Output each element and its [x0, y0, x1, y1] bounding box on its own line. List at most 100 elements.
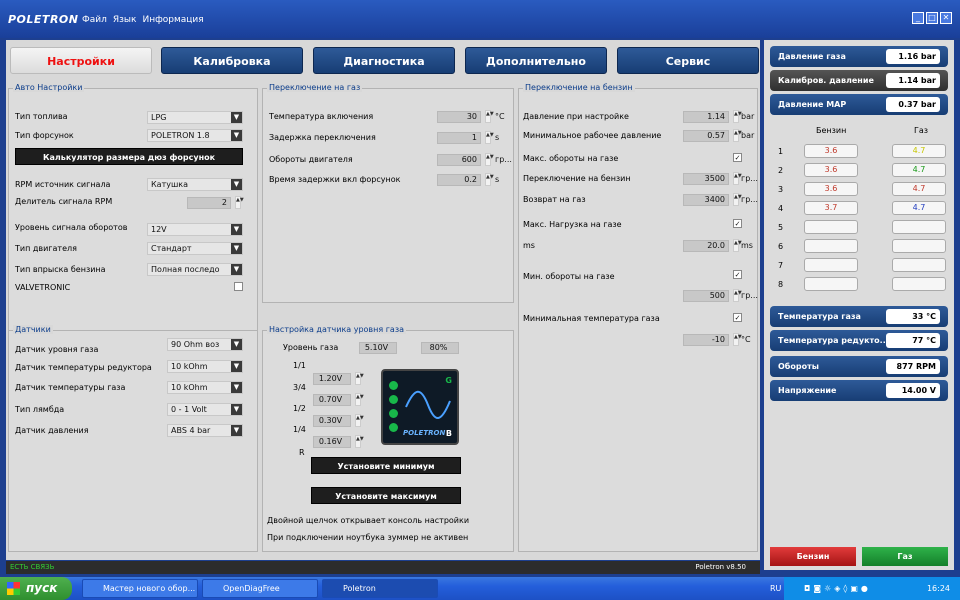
level-row-spinner[interactable]: ▲▼ [355, 414, 364, 427]
level-row-spinner[interactable]: ▲▼ [355, 393, 364, 406]
rpm-level-select[interactable]: 12V ▼ [147, 223, 243, 236]
injector-petrol-time: 3.6 [804, 144, 858, 158]
note-buzzer: При подключении ноутбука зуммер не актив… [267, 533, 469, 542]
chevron-down-icon: ▼ [231, 179, 242, 190]
valvetronic-checkbox[interactable] [234, 282, 243, 291]
unit-label: s [495, 133, 500, 142]
unit-label: °C [495, 112, 505, 121]
unit-label: s [495, 175, 500, 184]
engine-rpm-field[interactable]: 600 [437, 154, 481, 166]
indicator-b: B [445, 429, 452, 438]
level-row-value[interactable]: 0.16V [313, 436, 351, 448]
lambda-type-select[interactable]: 0 - 1 Volt ▼ [167, 403, 243, 416]
switch-temp-field[interactable]: 30 [437, 111, 481, 123]
max-load-spinner[interactable]: ▲▼ [733, 239, 742, 252]
injector-delay-field[interactable]: 0.2 [437, 174, 481, 186]
close-button[interactable]: ✕ [940, 12, 952, 24]
level-row-spinner[interactable]: ▲▼ [355, 435, 364, 448]
rpm-source-select[interactable]: Катушка ▼ [147, 178, 243, 191]
injector-delay-spinner[interactable]: ▲▼ [485, 173, 494, 186]
rpm-level-label: Уровень сигнала оборотов [15, 223, 128, 232]
switch-petrol-spinner[interactable]: ▲▼ [733, 172, 742, 185]
return-gas-field[interactable]: 3400 [683, 194, 729, 206]
petrol-switch-title: Переключение на бензин [523, 83, 635, 92]
min-pressure-field[interactable]: 0.57 [683, 130, 729, 142]
switch-temp-spinner[interactable]: ▲▼ [485, 110, 494, 123]
minimize-button[interactable]: _ [912, 12, 924, 24]
menu-info[interactable]: Информация [142, 15, 203, 25]
min-rpm-checkbox[interactable]: ✓ [733, 270, 742, 279]
return-gas-spinner[interactable]: ▲▼ [733, 193, 742, 206]
maximize-button[interactable]: □ [926, 12, 938, 24]
taskbar-item-wizard[interactable]: Мастер нового обор... [82, 579, 198, 598]
gas-level-sensor-select[interactable]: 90 Ohm воз ▼ [167, 338, 243, 351]
min-rpm-field[interactable]: 500 [683, 290, 729, 302]
nozzle-calculator-button[interactable]: Калькулятор размера дюз форсунок [15, 148, 243, 165]
tuning-pressure-field[interactable]: 1.14 [683, 111, 729, 123]
injection-type-select[interactable]: Полная последо ▼ [147, 263, 243, 276]
tuning-pressure-spinner[interactable]: ▲▼ [733, 110, 742, 123]
max-load-field[interactable]: 20.0 [683, 240, 729, 252]
injector-type-select[interactable]: POLETRON 1.8 ▼ [147, 129, 243, 142]
engine-type-label: Тип двигателя [15, 244, 77, 253]
chevron-down-icon: ▼ [231, 404, 242, 415]
max-load-checkbox[interactable]: ✓ [733, 219, 742, 228]
min-temp-field[interactable]: -10 [683, 334, 729, 346]
rpm-divider-spinner[interactable]: ▲▼ [235, 196, 244, 209]
gas-temp-sensor-label: Датчик температуры газа [15, 383, 126, 392]
level-row-value[interactable]: 1.20V [313, 373, 351, 385]
taskbar-item-poletron[interactable]: Poletron [322, 579, 438, 598]
tab-service[interactable]: Сервис [617, 47, 759, 74]
gas-level-panel: Настройка датчика уровня газа Уровень га… [262, 325, 514, 552]
system-tray: RU ◘◙☼◈◊▣● 16:24 [770, 577, 960, 600]
engine-type-select[interactable]: Стандарт ▼ [147, 242, 243, 255]
level-row-label: 1/1 [293, 361, 306, 370]
switch-petrol-field[interactable]: 3500 [683, 173, 729, 185]
switch-delay-spinner[interactable]: ▲▼ [485, 131, 494, 144]
reducer-temp-sensor-select[interactable]: 10 kOhm ▼ [167, 360, 243, 373]
tab-calibration[interactable]: Калибровка [161, 47, 303, 74]
level-row-spinner[interactable]: ▲▼ [355, 372, 364, 385]
auto-settings-title: Авто Настройки [13, 83, 85, 92]
set-maximum-button[interactable]: Установите максимум [311, 487, 461, 504]
pressure-sensor-select[interactable]: ABS 4 bar ▼ [167, 424, 243, 437]
injector-petrol-time: 3.7 [804, 201, 858, 215]
min-rpm-spinner[interactable]: ▲▼ [733, 289, 742, 302]
rpm-divider-label: Делитель сигнала RPM [15, 197, 113, 206]
min-temp-spinner[interactable]: ▲▼ [733, 333, 742, 346]
unit-label: гр... [741, 174, 758, 183]
rpm-divider-field[interactable]: 2 [187, 197, 231, 209]
petrol-mode-button[interactable]: Бензин [770, 547, 856, 566]
set-minimum-button[interactable]: Установите минимум [311, 457, 461, 474]
max-rpm-checkbox[interactable]: ✓ [733, 153, 742, 162]
chevron-down-icon: ▼ [231, 382, 242, 393]
fuel-type-select[interactable]: LPG ▼ [147, 111, 243, 124]
level-row-value[interactable]: 0.70V [313, 394, 351, 406]
min-temp-checkbox[interactable]: ✓ [733, 313, 742, 322]
gas-mode-button[interactable]: Газ [862, 547, 948, 566]
tab-settings[interactable]: Настройки [10, 47, 152, 74]
valvetronic-label: VALVETRONIC [15, 283, 71, 292]
injector-number: 6 [778, 242, 784, 251]
injector-number: 3 [778, 185, 784, 194]
level-row-value[interactable]: 0.30V [313, 415, 351, 427]
gas-pressure-display: Давление газа 1.16 bar [770, 46, 948, 67]
gas-temp-sensor-select[interactable]: 10 kOhm ▼ [167, 381, 243, 394]
engine-rpm-spinner[interactable]: ▲▼ [485, 153, 494, 166]
taskbar: пуск Мастер нового обор... OpenDiagFree … [0, 577, 960, 600]
tab-additional[interactable]: Дополнительно [465, 47, 607, 74]
col-gas-label: Газ [914, 126, 929, 135]
chevron-down-icon: ▼ [231, 224, 242, 235]
chevron-down-icon: ▼ [231, 339, 242, 350]
injector-petrol-time [804, 239, 858, 253]
language-indicator[interactable]: RU [770, 584, 781, 593]
tab-diagnostics[interactable]: Диагностика [313, 47, 455, 74]
indicator-g: G [445, 376, 452, 385]
menu-file[interactable]: Файл [82, 15, 107, 25]
switch-delay-field[interactable]: 1 [437, 132, 481, 144]
max-load-label: Макс. Нагрузка на газе [523, 220, 622, 229]
start-button[interactable]: пуск [0, 577, 72, 600]
menu-language[interactable]: Язык [113, 15, 137, 25]
min-pressure-spinner[interactable]: ▲▼ [733, 129, 742, 142]
taskbar-item-opendiag[interactable]: OpenDiagFree [202, 579, 318, 598]
